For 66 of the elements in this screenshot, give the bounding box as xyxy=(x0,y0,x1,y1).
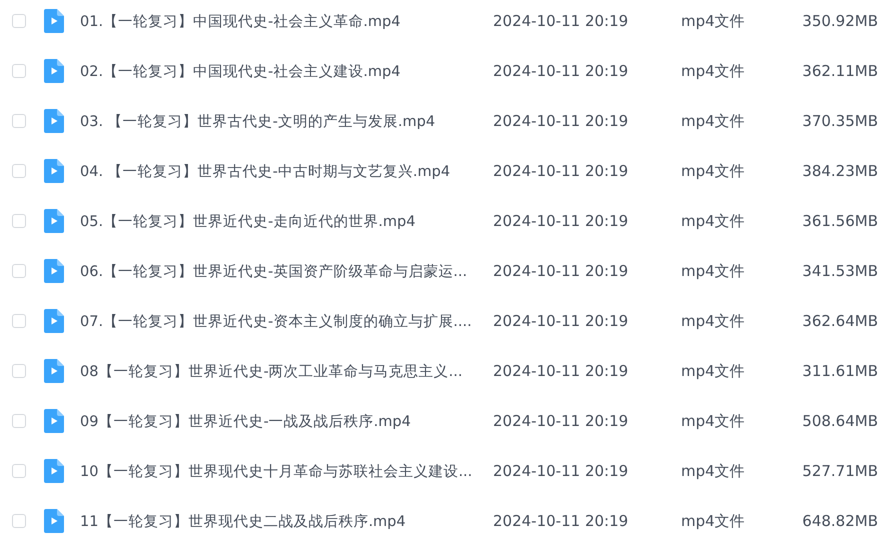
file-name[interactable]: 08【一轮复习】世界近代史-两次工业革命与马克思主义... xyxy=(80,362,493,380)
video-file-icon xyxy=(44,359,64,383)
modified-date: 2024-10-11 20:19 xyxy=(493,162,630,180)
file-size: 350.92MB xyxy=(801,12,878,30)
modified-date: 2024-10-11 20:19 xyxy=(493,362,630,380)
file-size: 508.64MB xyxy=(801,412,878,430)
modified-date: 2024-10-11 20:19 xyxy=(493,212,630,230)
modified-date: 2024-10-11 20:19 xyxy=(493,112,630,130)
checkbox[interactable] xyxy=(12,114,26,128)
file-size: 362.11MB xyxy=(801,62,878,80)
modified-date: 2024-10-11 20:19 xyxy=(493,462,630,480)
video-file-icon xyxy=(44,409,64,433)
checkbox[interactable] xyxy=(12,314,26,328)
file-name[interactable]: 01.【一轮复习】中国现代史-社会主义革命.mp4 xyxy=(80,12,493,30)
modified-date: 2024-10-11 20:19 xyxy=(493,62,630,80)
file-size: 648.82MB xyxy=(801,512,878,530)
file-size: 361.56MB xyxy=(801,212,878,230)
modified-date: 2024-10-11 20:19 xyxy=(493,412,630,430)
file-size: 384.23MB xyxy=(801,162,878,180)
video-file-icon xyxy=(44,159,64,183)
file-name[interactable]: 05.【一轮复习】世界近代史-走向近代的世界.mp4 xyxy=(80,212,493,230)
file-name[interactable]: 10【一轮复习】世界现代史十月革命与苏联社会主义建设... xyxy=(80,462,493,480)
file-name[interactable]: 02.【一轮复习】中国现代史-社会主义建设.mp4 xyxy=(80,62,493,80)
video-file-icon xyxy=(44,309,64,333)
checkbox[interactable] xyxy=(12,514,26,528)
file-name[interactable]: 04. 【一轮复习】世界古代史-中古时期与文艺复兴.mp4 xyxy=(80,162,493,180)
file-name[interactable]: 07.【一轮复习】世界近代史-资本主义制度的确立与扩展.... xyxy=(80,312,493,330)
file-type: mp4文件 xyxy=(681,512,746,530)
video-file-icon xyxy=(44,109,64,133)
checkbox[interactable] xyxy=(12,14,26,28)
checkbox[interactable] xyxy=(12,464,26,478)
file-size: 527.71MB xyxy=(801,462,878,480)
checkbox[interactable] xyxy=(12,64,26,78)
file-type: mp4文件 xyxy=(681,262,746,280)
file-type: mp4文件 xyxy=(681,412,746,430)
file-type: mp4文件 xyxy=(681,312,746,330)
modified-date: 2024-10-11 20:19 xyxy=(493,262,630,280)
video-file-icon xyxy=(44,259,64,283)
checkbox[interactable] xyxy=(12,364,26,378)
video-file-icon xyxy=(44,459,64,483)
file-type: mp4文件 xyxy=(681,12,746,30)
file-size: 311.61MB xyxy=(801,362,878,380)
video-file-icon xyxy=(44,59,64,83)
checkbox[interactable] xyxy=(12,214,26,228)
checkbox[interactable] xyxy=(12,164,26,178)
file-size: 362.64MB xyxy=(801,312,878,330)
file-type: mp4文件 xyxy=(681,362,746,380)
file-type: mp4文件 xyxy=(681,212,746,230)
file-type: mp4文件 xyxy=(681,112,746,130)
file-size: 341.53MB xyxy=(801,262,878,280)
checkbox[interactable] xyxy=(12,414,26,428)
modified-date: 2024-10-11 20:19 xyxy=(493,512,630,530)
file-type: mp4文件 xyxy=(681,462,746,480)
file-type: mp4文件 xyxy=(681,62,746,80)
file-name[interactable]: 03. 【一轮复习】世界古代史-文明的产生与发展.mp4 xyxy=(80,112,493,130)
file-name[interactable]: 09【一轮复习】世界近代史-一战及战后秩序.mp4 xyxy=(80,412,493,430)
file-type: mp4文件 xyxy=(681,162,746,180)
checkbox[interactable] xyxy=(12,264,26,278)
file-size: 370.35MB xyxy=(801,112,878,130)
modified-date: 2024-10-11 20:19 xyxy=(493,12,630,30)
video-file-icon xyxy=(44,209,64,233)
video-file-icon xyxy=(44,9,64,33)
video-file-icon xyxy=(44,509,64,533)
file-name[interactable]: 11【一轮复习】世界现代史二战及战后秩序.mp4 xyxy=(80,512,493,530)
file-name[interactable]: 06.【一轮复习】世界近代史-英国资产阶级革命与启蒙运... xyxy=(80,262,493,280)
modified-date: 2024-10-11 20:19 xyxy=(493,312,630,330)
